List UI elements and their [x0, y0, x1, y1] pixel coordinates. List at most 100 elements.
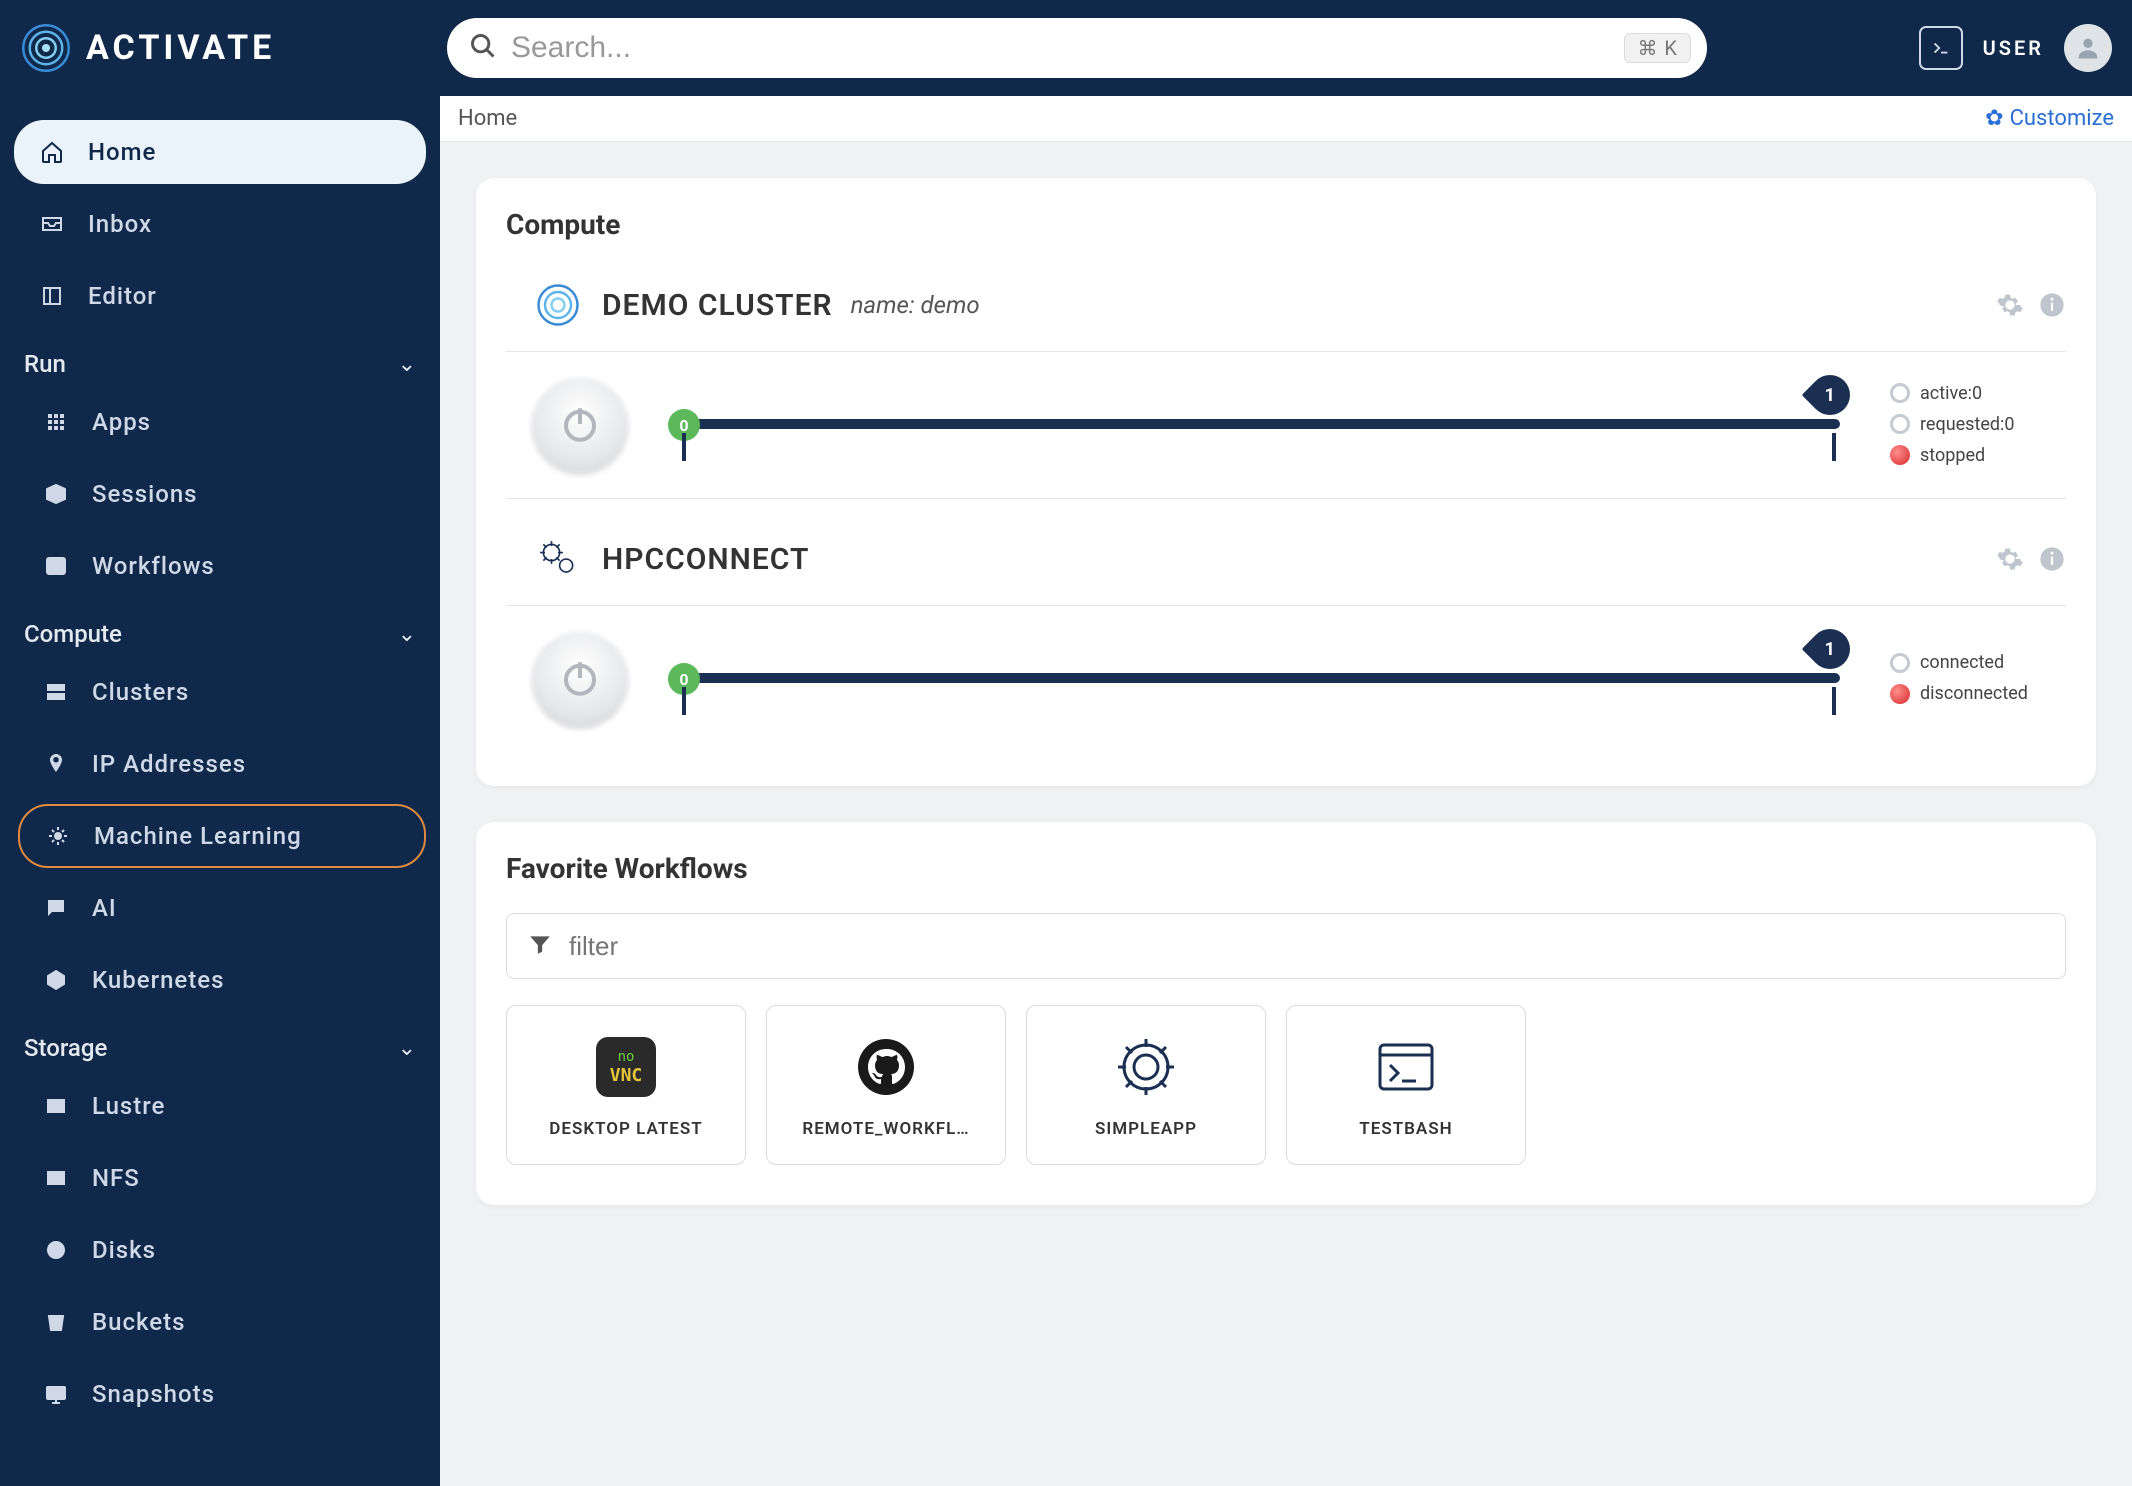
sidebar-item-label: Machine Learning: [94, 822, 302, 850]
slider-pin[interactable]: 1: [1802, 621, 1859, 678]
slider-pin[interactable]: 1: [1802, 367, 1859, 424]
sidebar-item-buckets[interactable]: Buckets: [18, 1290, 426, 1354]
status-badge: stopped: [1890, 445, 2040, 466]
terminal-icon[interactable]: [1919, 26, 1963, 70]
sidebar-item-ip-addresses[interactable]: IP Addresses: [18, 732, 426, 796]
sidebar-item-label: Clusters: [92, 678, 189, 706]
compute-card: DEMO CLUSTER name: demo: [506, 269, 2066, 492]
ml-icon: [44, 824, 72, 848]
sidebar-item-label: Disks: [92, 1236, 156, 1264]
workflow-label: DESKTOP LATEST: [549, 1119, 702, 1139]
brand-logo[interactable]: ACTIVATE: [20, 22, 275, 74]
power-button[interactable]: [532, 376, 628, 472]
sidebar-item-lustre[interactable]: Lustre: [18, 1074, 426, 1138]
box-icon: [42, 482, 70, 506]
bucket-icon: [42, 1310, 70, 1334]
avatar[interactable]: [2064, 24, 2112, 72]
breadcrumb[interactable]: Home: [458, 106, 517, 131]
stack-icon: [42, 680, 70, 704]
workflow-card-remote-workflow[interactable]: REMOTE_WORKFL…: [766, 1005, 1006, 1165]
sidebar-item-ai[interactable]: AI: [18, 876, 426, 940]
info-icon[interactable]: [2038, 291, 2066, 319]
sidebar-item-label: NFS: [92, 1164, 140, 1192]
workflow-card-desktop-latest[interactable]: noVNC DESKTOP LATEST: [506, 1005, 746, 1165]
search-shortcut: ⌘ K: [1624, 33, 1691, 63]
sidebar-item-apps[interactable]: Apps: [18, 390, 426, 454]
workflow-label: TESTBASH: [1359, 1119, 1452, 1139]
compute-slider[interactable]: 0 1: [668, 379, 1850, 469]
sidebar-item-machine-learning[interactable]: Machine Learning: [18, 804, 426, 868]
user-label[interactable]: USER: [1983, 36, 2044, 60]
compute-meta: name: demo: [851, 291, 980, 319]
compute-name[interactable]: DEMO CLUSTER: [602, 288, 833, 323]
compute-card: HPCCONNECT 0: [506, 498, 2066, 746]
sidebar-section-storage[interactable]: Storage ⌄: [14, 1020, 426, 1074]
search-icon: [469, 32, 497, 64]
disk-icon: [42, 1094, 70, 1118]
workflow-card-testbash[interactable]: TESTBASH: [1286, 1005, 1526, 1165]
filter-bar[interactable]: [506, 913, 2066, 979]
filter-input[interactable]: [569, 931, 2045, 962]
sidebar-item-nfs[interactable]: NFS: [18, 1146, 426, 1210]
search-input[interactable]: [511, 31, 1610, 65]
sidebar-item-disks[interactable]: Disks: [18, 1218, 426, 1282]
sidebar-item-label: Sessions: [92, 480, 198, 508]
disk-icon: [42, 1166, 70, 1190]
compute-slider[interactable]: 0 1: [668, 633, 1850, 723]
status-badge: requested:0: [1890, 414, 2040, 435]
power-button[interactable]: [532, 630, 628, 726]
sidebar-item-sessions[interactable]: Sessions: [18, 462, 426, 526]
workflows-panel: Favorite Workflows noVNC DESKTOP LATEST: [476, 822, 2096, 1205]
sidebar-item-label: Kubernetes: [92, 966, 224, 994]
svg-text:no: no: [618, 1049, 635, 1065]
workflow-label: REMOTE_WORKFL…: [802, 1119, 969, 1139]
status-badge: active:0: [1890, 383, 2040, 404]
gear-icon: ✿: [1985, 106, 2003, 131]
chat-icon: [42, 896, 70, 920]
status-badge: connected: [1890, 652, 2040, 673]
drive-icon: [42, 1238, 70, 1262]
filter-icon: [527, 931, 553, 961]
sidebar-item-home[interactable]: Home: [14, 120, 426, 184]
monitor-icon: [42, 1382, 70, 1406]
sidebar-item-kubernetes[interactable]: Kubernetes: [18, 948, 426, 1012]
status-badge: disconnected: [1890, 683, 2040, 704]
chevron-down-icon: ⌄: [398, 1036, 416, 1061]
sidebar-item-clusters[interactable]: Clusters: [18, 660, 426, 724]
github-icon: [850, 1031, 922, 1103]
info-icon[interactable]: [2038, 545, 2066, 573]
sidebar-item-label: Snapshots: [92, 1380, 215, 1408]
flow-icon: [42, 554, 70, 578]
sidebar-section-run[interactable]: Run ⌄: [14, 336, 426, 390]
home-icon: [38, 140, 66, 164]
sidebar-item-workflows[interactable]: Workflows: [18, 534, 426, 598]
brand-text: ACTIVATE: [86, 28, 275, 68]
sidebar-item-inbox[interactable]: Inbox: [14, 192, 426, 256]
gear-icon: [1110, 1031, 1182, 1103]
panel-title: Favorite Workflows: [506, 852, 2066, 885]
customize-link[interactable]: ✿ Customize: [1985, 106, 2114, 131]
sidebar-item-label: Home: [88, 138, 156, 166]
sidebar-item-label: Apps: [92, 408, 151, 436]
sidebar-item-label: Inbox: [88, 210, 152, 238]
workflow-card-simpleapp[interactable]: SIMPLEAPP: [1026, 1005, 1266, 1165]
terminal-icon: [1370, 1031, 1442, 1103]
sidebar-item-label: Buckets: [92, 1308, 186, 1336]
editor-icon: [38, 284, 66, 308]
inbox-icon: [38, 212, 66, 236]
sidebar-item-snapshots[interactable]: Snapshots: [18, 1362, 426, 1426]
sidebar-item-label: AI: [92, 894, 117, 922]
gears-icon: [532, 533, 584, 585]
compute-panel: Compute DEMO CLUSTER name: demo: [476, 178, 2096, 786]
gear-icon[interactable]: [1996, 291, 2024, 319]
sidebar-item-label: Lustre: [92, 1092, 165, 1120]
sidebar-section-compute[interactable]: Compute ⌄: [14, 606, 426, 660]
compute-name[interactable]: HPCCONNECT: [602, 542, 809, 577]
sidebar: Home Inbox Editor Run ⌄ Apps Sessions: [0, 96, 440, 1486]
sidebar-item-label: Workflows: [92, 552, 215, 580]
gear-icon[interactable]: [1996, 545, 2024, 573]
search-bar[interactable]: ⌘ K: [447, 18, 1707, 78]
chevron-down-icon: ⌄: [398, 352, 416, 377]
sidebar-item-editor[interactable]: Editor: [14, 264, 426, 328]
sidebar-item-label: Editor: [88, 282, 157, 310]
